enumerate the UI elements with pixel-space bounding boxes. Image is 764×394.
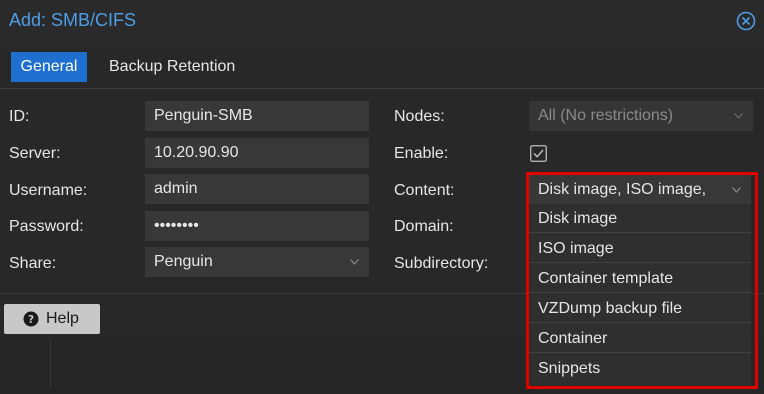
help-label: Help (46, 310, 79, 327)
id-label: ID: (9, 108, 30, 125)
panel-divider (50, 340, 51, 388)
password-label: Password: (9, 218, 84, 235)
tab-divider (0, 88, 764, 89)
server-input[interactable]: 10.20.90.90 (145, 138, 369, 168)
nodes-select[interactable]: All (No restrictions) (529, 101, 753, 131)
chevron-down-icon (350, 259, 359, 265)
nodes-label: Nodes: (394, 108, 445, 125)
question-circle-icon: ? (23, 311, 39, 327)
dialog-title: Add: SMB/CIFS (9, 10, 137, 30)
share-select[interactable]: Penguin (145, 247, 369, 277)
username-label: Username: (9, 182, 88, 199)
option-disk-image[interactable]: Disk image (529, 204, 751, 233)
chevron-down-icon (732, 187, 741, 193)
share-label: Share: (9, 255, 57, 272)
chevron-down-icon (734, 113, 743, 119)
content-dropdown-list: Disk image ISO image Container template … (529, 204, 751, 385)
content-label: Content: (394, 182, 455, 199)
enable-label: Enable: (394, 145, 449, 162)
svg-text:?: ? (28, 314, 34, 326)
server-label: Server: (9, 145, 61, 162)
tab-backup-retention[interactable]: Backup Retention (109, 52, 235, 82)
content-select[interactable]: Disk image, ISO image, (529, 175, 751, 205)
option-iso-image[interactable]: ISO image (529, 234, 751, 263)
domain-label: Domain: (394, 218, 454, 235)
subdirectory-label: Subdirectory: (394, 255, 489, 272)
option-container-template[interactable]: Container template (529, 264, 751, 293)
username-input[interactable]: admin (145, 174, 369, 204)
enable-checkbox[interactable] (530, 145, 547, 162)
share-value: Penguin (154, 253, 213, 270)
content-value: Disk image, ISO image, (538, 181, 707, 198)
id-input[interactable]: Penguin-SMB (145, 101, 369, 131)
option-snippets[interactable]: Snippets (529, 354, 751, 383)
password-input[interactable]: •••••••• (145, 211, 369, 241)
nodes-value: All (No restrictions) (538, 107, 674, 124)
option-container[interactable]: Container (529, 324, 751, 353)
option-vzdump-backup-file[interactable]: VZDump backup file (529, 294, 751, 323)
tab-general[interactable]: General (11, 52, 87, 82)
help-button[interactable]: ? Help (4, 304, 100, 334)
dialog-titlebar: Add: SMB/CIFS (0, 0, 764, 44)
close-icon[interactable] (736, 11, 756, 31)
